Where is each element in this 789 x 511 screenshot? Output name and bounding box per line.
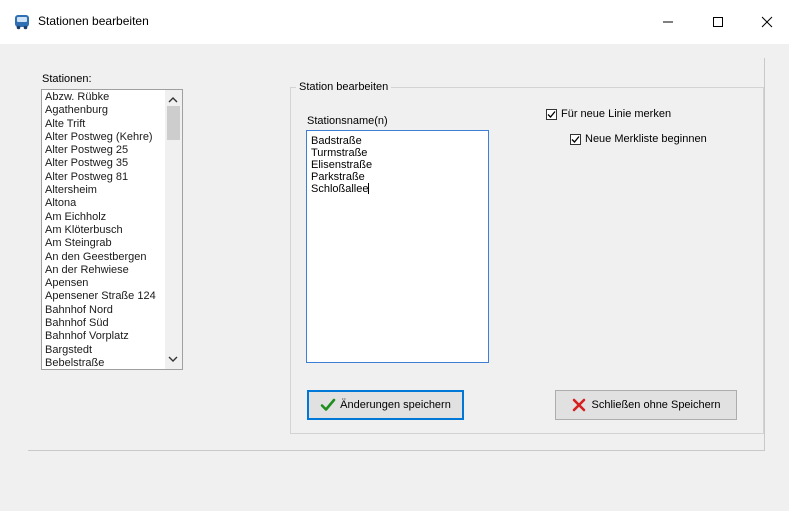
station-list-item[interactable]: Am Steingrab <box>45 237 163 250</box>
save-changes-label: Änderungen speichern <box>340 399 451 411</box>
checkbox-box[interactable] <box>570 133 581 145</box>
station-name-line: Elisenstraße <box>311 159 373 171</box>
close-without-save-label: Schließen ohne Speichern <box>591 399 721 411</box>
stations-items: Abzw. Rübke Agathenburg Alte Trift Alter Po… <box>45 91 163 369</box>
station-list-item[interactable]: Bahnhof Nord <box>45 304 163 317</box>
station-list-item[interactable]: Altona <box>45 197 163 210</box>
red-x-icon <box>571 397 587 413</box>
station-list-item[interactable]: Bahnhof Vorplatz <box>45 330 163 343</box>
station-name-line: Badstraße <box>311 135 362 147</box>
stations-scrollbar[interactable] <box>165 90 182 369</box>
remember-new-line-label: Für neue Linie merken <box>561 108 672 120</box>
maximize-button[interactable] <box>703 10 733 34</box>
maximize-icon <box>713 17 723 27</box>
station-list-item[interactable]: Apensener Straße 124 <box>45 290 163 303</box>
minimize-button[interactable] <box>653 10 683 34</box>
station-name-line-last: Schloßallee <box>311 183 370 195</box>
station-list-item[interactable]: Alte Trift <box>45 118 163 131</box>
station-list-item[interactable]: An der Rehwiese <box>45 264 163 277</box>
station-list-item[interactable]: Am Klöterbusch <box>45 224 163 237</box>
stations-label: Stationen: <box>42 73 92 85</box>
station-list-item[interactable]: Alter Postweg 81 <box>45 171 163 184</box>
edit-station-title: Station bearbeiten <box>296 81 392 93</box>
station-list-item[interactable]: Am Eichholz <box>45 211 163 224</box>
stations-listbox[interactable]: Abzw. Rübke Agathenburg Alte Trift Alter Po… <box>41 89 183 370</box>
station-list-item[interactable]: An den Geestbergen <box>45 251 163 264</box>
station-list-item[interactable]: Apensen <box>45 277 163 290</box>
scroll-down-icon[interactable] <box>168 354 178 364</box>
minimize-icon <box>663 21 673 23</box>
station-list-item[interactable]: Alter Postweg (Kehre) <box>45 131 163 144</box>
station-list-item[interactable]: Bargstedt <box>45 344 163 357</box>
station-list-item[interactable]: Bebelstraße <box>45 357 163 369</box>
station-list-item[interactable]: Alter Postweg 25 <box>45 144 163 157</box>
bus-app-icon <box>13 13 31 31</box>
station-names-textarea[interactable]: Badstraße Turmstraße Elisenstraße Parkst… <box>306 130 489 363</box>
close-without-save-button[interactable]: Schließen ohne Speichern <box>555 390 737 420</box>
station-name-text: Schloßallee <box>311 183 369 195</box>
station-names-label: Stationsname(n) <box>307 115 388 127</box>
close-button[interactable] <box>752 10 782 34</box>
station-list-item[interactable]: Bahnhof Süd <box>45 317 163 330</box>
remember-new-line-checkbox[interactable]: Für neue Linie merken <box>546 108 671 120</box>
new-memo-list-checkbox[interactable]: Neue Merkliste beginnen <box>570 133 707 145</box>
station-list-item[interactable]: Agathenburg <box>45 104 163 117</box>
station-list-item[interactable]: Altersheim <box>45 184 163 197</box>
checkmark-icon <box>571 135 580 143</box>
title-bar: Stationen bearbeiten <box>0 0 789 44</box>
new-memo-list-label: Neue Merkliste beginnen <box>585 133 707 145</box>
save-changes-button[interactable]: Änderungen speichern <box>307 390 464 420</box>
station-name-line: Parkstraße <box>311 171 365 183</box>
window-title: Stationen bearbeiten <box>38 14 149 28</box>
close-icon <box>761 16 773 28</box>
checkbox-box[interactable] <box>546 108 557 120</box>
scroll-thumb[interactable] <box>167 106 180 140</box>
scroll-up-icon[interactable] <box>168 95 178 105</box>
text-caret <box>368 183 370 194</box>
station-list-item[interactable]: Abzw. Rübke <box>45 91 163 104</box>
station-name-line: Turmstraße <box>311 147 368 159</box>
station-list-item[interactable]: Alter Postweg 35 <box>45 157 163 170</box>
green-check-icon <box>320 397 336 413</box>
checkmark-icon <box>547 110 556 118</box>
status-bar <box>0 466 789 511</box>
